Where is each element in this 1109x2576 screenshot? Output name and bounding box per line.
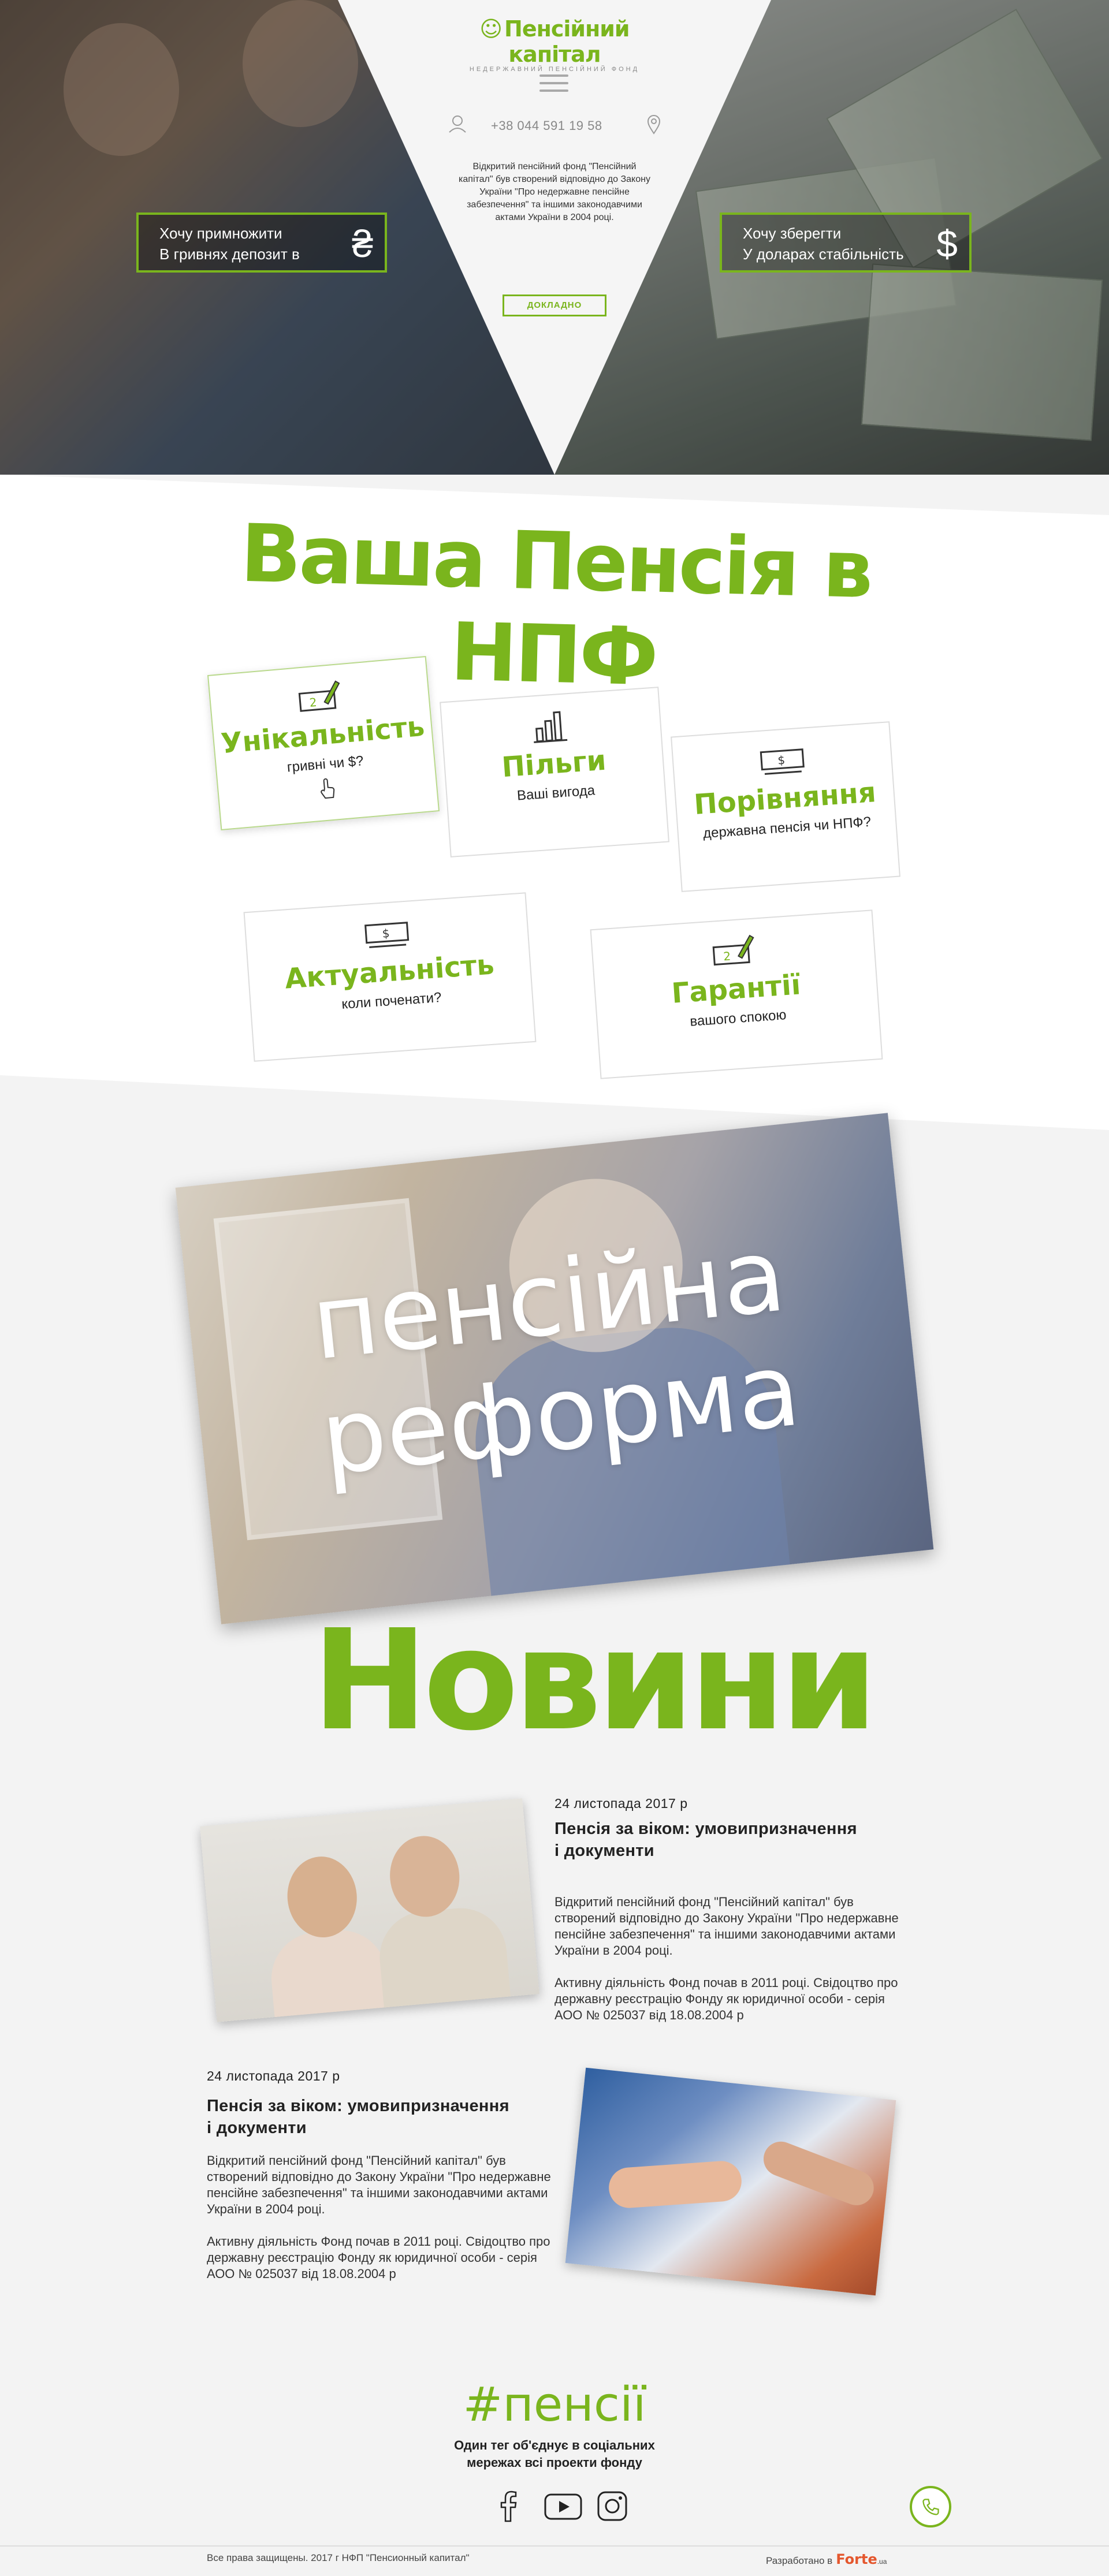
money-bill-icon: $ (760, 748, 805, 775)
photo-person-body (375, 1904, 512, 2019)
menu-bar (539, 90, 568, 92)
hryvnia-icon: ₴ (352, 222, 373, 265)
menu-bar (539, 74, 568, 77)
hashtag-description-line2: мережах всі проекти фонду (467, 2455, 642, 2470)
news-image-couple[interactable] (200, 1798, 539, 2022)
news-date: 24 листопада 2017 р (554, 1796, 688, 1811)
logo-title-text: Пенсійний капітал (504, 16, 630, 67)
news-title-line1: Пенсія за віком: умовипризначення (207, 2097, 509, 2115)
advantages-section: Ваша Пенсія в НПФ 2 Унікальність гривні … (0, 475, 1109, 1130)
hero-box-line1: Хочу примножити (159, 225, 282, 242)
copyright: Все права защищены. 2017 г НФП "Пенсионн… (207, 2552, 470, 2563)
news-title-line2: і документи (207, 2119, 307, 2137)
hashtag[interactable]: #пенсії (439, 2376, 670, 2434)
developed-by-label: Разработано в (766, 2555, 833, 2566)
dollar-icon: $ (936, 222, 958, 265)
news-image-hands[interactable] (565, 2067, 896, 2296)
photo-bill (861, 263, 1103, 441)
phone-number[interactable]: +38 044 591 19 58 (491, 118, 602, 133)
hero-description: Відкритий пенсійний фонд "Пенсійний капі… (459, 162, 650, 222)
menu-bar (539, 82, 568, 84)
hero-box-uah[interactable]: Хочу примножити В гривнях депозит в ₴ (136, 213, 387, 273)
news-title-link[interactable]: Пенсія за віком: умовипризначення і доку… (554, 1818, 857, 1862)
news-paragraph: Активну діяльність Фонд почав в 2011 роц… (207, 2234, 550, 2281)
youtube-icon[interactable] (543, 2489, 583, 2523)
menu-icon[interactable] (539, 72, 568, 94)
news-paragraph: Відкритий пенсійний фонд "Пенсійний капі… (554, 1895, 899, 1958)
hand-pointer-icon (321, 778, 335, 799)
hashtag-description-line1: Один тег об'єднує в соціальних (454, 2438, 655, 2452)
instagram-icon[interactable] (595, 2489, 630, 2523)
developer-credit: Разработано в Forte.ua (766, 2551, 887, 2567)
hero-box-line2: У доларах стабільність (743, 245, 904, 263)
facebook-icon[interactable] (491, 2489, 526, 2523)
news-title-link[interactable]: Пенсія за віком: умовипризначення і доку… (207, 2095, 509, 2139)
card-guarantees[interactable]: 2 Гарантії вашого спокою (590, 909, 883, 1079)
photo-person-face (284, 1854, 360, 1941)
news-title-line1: Пенсія за віком: умовипризначення (554, 1820, 857, 1838)
pension-reform-banner[interactable]: пенсійна реформа (175, 1113, 934, 1624)
phone-call-button[interactable] (910, 2486, 951, 2527)
user-icon[interactable] (446, 113, 469, 136)
money-pen-icon: 2 (712, 934, 754, 966)
card-benefits[interactable]: Пільги Ваші вигода (440, 687, 669, 858)
logo-mark-icon: ☺ (479, 16, 503, 42)
card-uniqueness[interactable]: 2 Унікальність гривні чи $? (207, 655, 440, 831)
news-title-line2: і документи (554, 1841, 654, 1860)
photo-face (243, 0, 358, 127)
news-title: Новини (312, 1600, 878, 1761)
location-pin-icon[interactable] (642, 113, 665, 136)
news-paragraph: Відкритий пенсійний фонд "Пенсійний капі… (207, 2153, 551, 2216)
phone-icon (922, 2499, 939, 2515)
hero-box-line2: В гривнях депозит в (159, 245, 300, 263)
developer-link[interactable]: Forte (836, 2551, 877, 2567)
hero-box-line1: Хочу зберегти (743, 225, 842, 242)
contact-row: +38 044 591 19 58 (439, 113, 670, 136)
hashtag-description: Один тег об'єднує в соціальних мережах в… (439, 2437, 670, 2471)
footer-divider (0, 2545, 1109, 2547)
svg-text:$: $ (777, 753, 786, 767)
developer-suffix: .ua (877, 2558, 887, 2566)
logo[interactable]: ☺ Пенсійний капітал НЕДЕРЖАВНИЙ ПЕНСІЙНИЙ… (445, 16, 664, 73)
photo-face (64, 23, 179, 156)
svg-text:2: 2 (723, 949, 731, 964)
news-date: 24 листопада 2017 р (207, 2068, 340, 2083)
hero-box-usd[interactable]: Хочу зберегти У доларах стабільність $ (720, 213, 972, 273)
social-links (491, 2489, 630, 2523)
more-button[interactable]: ДОКЛАДНО (503, 294, 606, 316)
card-comparison[interactable]: $ Порівняння державна пенсія чи НПФ? (671, 721, 900, 892)
logo-title: ☺ Пенсійний капітал (445, 16, 664, 67)
money-bill-icon: $ (364, 922, 410, 948)
news-paragraph: Активну діяльність Фонд почав в 2011 роц… (554, 1975, 898, 2022)
money-pen-icon: 2 (298, 680, 340, 712)
svg-text:$: $ (382, 926, 390, 941)
photo-hand (758, 2136, 879, 2210)
card-relevance[interactable]: $ Актуальність коли поченати? (243, 892, 537, 1062)
svg-text:2: 2 (309, 695, 318, 710)
photo-person-body (267, 1926, 391, 2022)
bar-chart-icon (534, 711, 568, 743)
photo-person-face (386, 1833, 463, 1920)
photo-hand (607, 2160, 743, 2209)
hero-section: ☺ Пенсійний капітал НЕДЕРЖАВНИЙ ПЕНСІЙНИЙ… (0, 0, 1109, 475)
